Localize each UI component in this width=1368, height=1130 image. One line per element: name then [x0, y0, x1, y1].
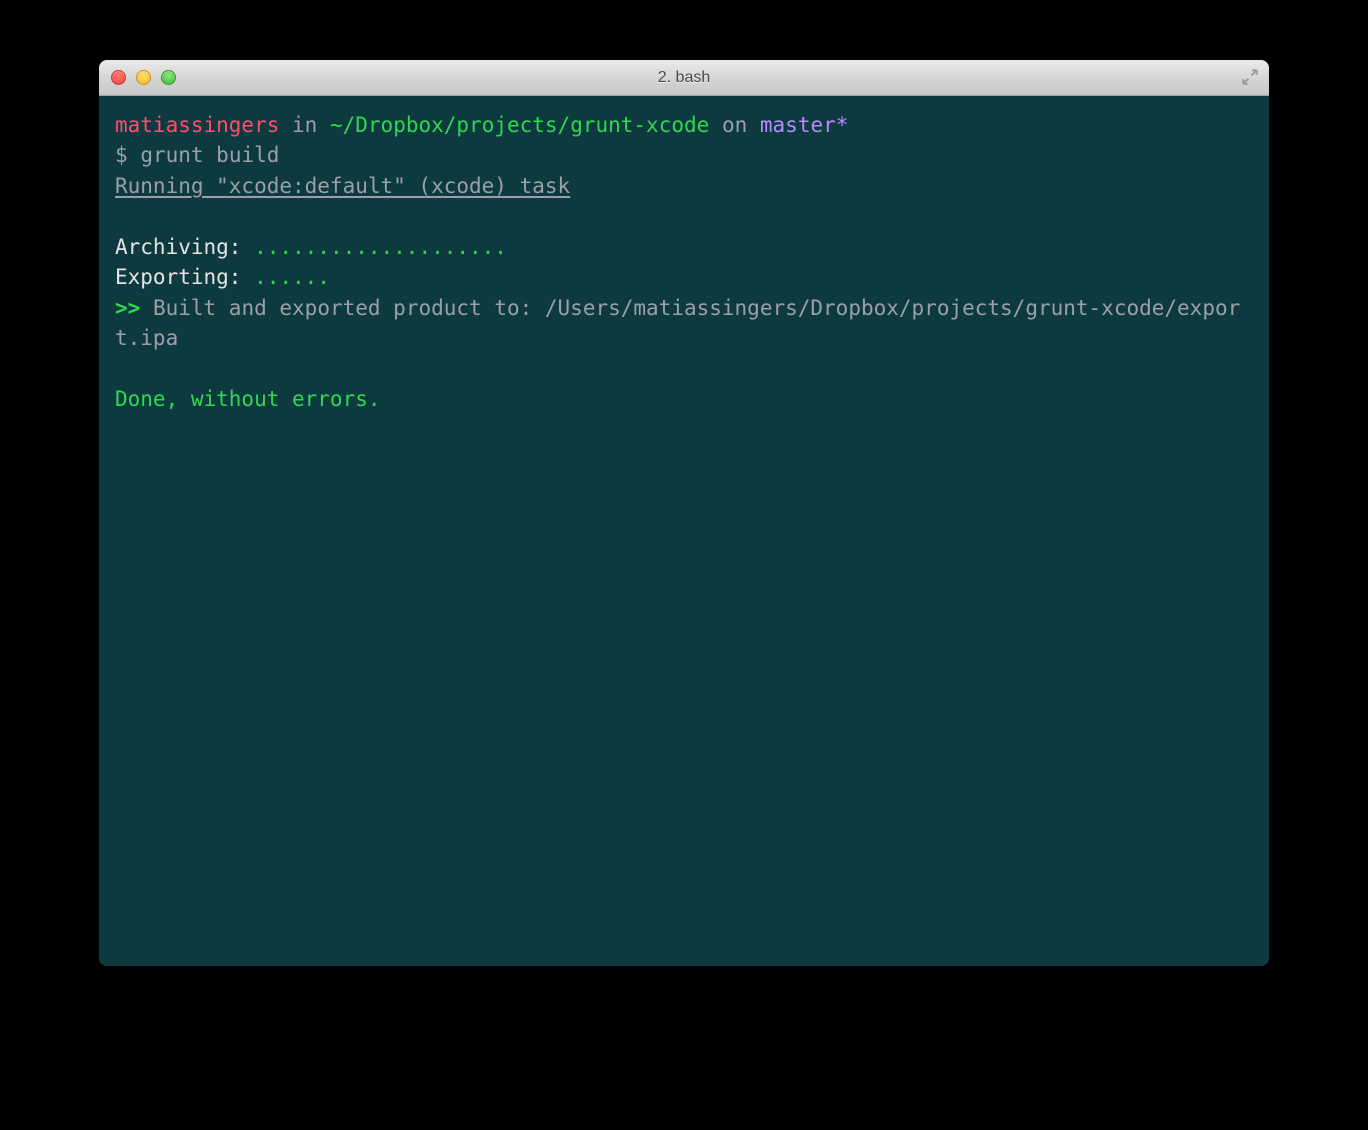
exporting-progress: ...... — [254, 265, 330, 289]
prompt-user: matiassingers — [115, 113, 279, 137]
command-line: $ grunt build — [115, 140, 1253, 170]
blank-line — [115, 354, 1253, 384]
terminal-window: 2. bash matiassingers in ~/Dropbox/proje… — [99, 60, 1269, 966]
prompt-branch: master* — [760, 113, 849, 137]
output-arrow: >> — [115, 296, 140, 320]
command-text: grunt build — [140, 143, 279, 167]
prompt-symbol: $ — [115, 143, 128, 167]
prompt-in: in — [292, 113, 317, 137]
built-message: Built and exported product to: /Users/ma… — [115, 296, 1240, 350]
archiving-label: Archiving: — [115, 235, 241, 259]
built-line: >> Built and exported product to: /Users… — [115, 293, 1253, 354]
prompt-path: ~/Dropbox/projects/grunt-xcode — [330, 113, 709, 137]
prompt-line: matiassingers in ~/Dropbox/projects/grun… — [115, 110, 1253, 140]
fullscreen-icon[interactable] — [1241, 68, 1259, 86]
window-titlebar[interactable]: 2. bash — [99, 60, 1269, 96]
prompt-on: on — [722, 113, 747, 137]
minimize-button[interactable] — [136, 70, 151, 85]
close-button[interactable] — [111, 70, 126, 85]
running-task-text: Running "xcode:default" (xcode) task — [115, 174, 570, 198]
archiving-line: Archiving: .................... — [115, 232, 1253, 262]
zoom-button[interactable] — [161, 70, 176, 85]
running-task-line: Running "xcode:default" (xcode) task — [115, 171, 1253, 201]
archiving-progress: .................... — [254, 235, 507, 259]
done-line: Done, without errors. — [115, 384, 1253, 414]
exporting-label: Exporting: — [115, 265, 241, 289]
exporting-line: Exporting: ...... — [115, 262, 1253, 292]
window-title: 2. bash — [109, 69, 1259, 87]
done-message: Done, without errors. — [115, 387, 381, 411]
blank-line — [115, 201, 1253, 231]
window-controls — [111, 70, 176, 85]
terminal-content[interactable]: matiassingers in ~/Dropbox/projects/grun… — [99, 96, 1269, 966]
